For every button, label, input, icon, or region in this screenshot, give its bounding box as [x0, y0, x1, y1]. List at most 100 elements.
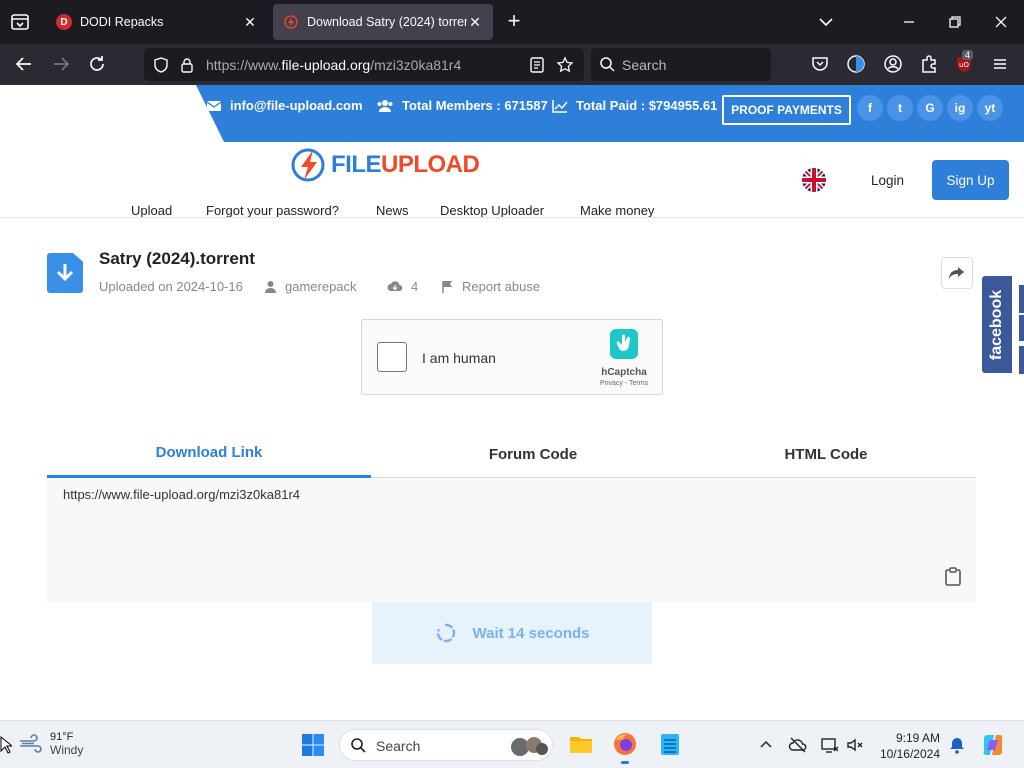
hcaptcha-logo-icon — [610, 329, 638, 359]
search-bar[interactable]: Search — [591, 48, 771, 81]
url-bar[interactable]: https://www.file-upload.org/mzi3z0ka81r4 — [144, 48, 584, 81]
captcha-label: I am human — [422, 350, 496, 366]
nav-make-money[interactable]: Make money — [580, 203, 654, 218]
minimize-icon[interactable] — [897, 10, 921, 34]
tab-forum-code[interactable]: Forum Code — [371, 430, 695, 478]
clipboard-icon[interactable] — [943, 566, 963, 586]
download-link-textarea[interactable]: https://www.file-upload.org/mzi3z0ka81r4 — [47, 478, 976, 602]
taskbar-clock[interactable]: 9:19 AM 10/16/2024 — [872, 730, 940, 762]
file-explorer-icon[interactable] — [568, 731, 594, 757]
svg-text:uO: uO — [959, 61, 969, 69]
forward-arrow-icon[interactable] — [49, 52, 73, 76]
logo-bolt-icon — [291, 148, 325, 182]
cloud-download-icon — [387, 281, 403, 292]
users-icon — [377, 99, 393, 112]
login-link[interactable]: Login — [871, 173, 904, 188]
total-paid: Total Paid : $794955.61 — [552, 98, 717, 113]
tab-dodi-repacks[interactable]: D DODI Repacks ✕ — [46, 4, 268, 40]
pocket-icon[interactable] — [808, 52, 832, 76]
youtube-icon[interactable]: yt — [977, 95, 1003, 121]
twitter-icon[interactable]: t — [887, 95, 913, 121]
proof-payments-button[interactable]: PROOF PAYMENTS — [722, 95, 851, 125]
new-tab-icon[interactable]: + — [502, 10, 526, 34]
user-icon — [265, 281, 276, 293]
side-widget-edge — [1019, 346, 1024, 374]
ublock-origin-icon[interactable]: uO 4 — [952, 50, 976, 76]
onedrive-offline-icon[interactable] — [788, 735, 808, 755]
nav-upload[interactable]: Upload — [131, 203, 172, 218]
extension-badge: 4 — [962, 50, 974, 60]
search-highlight-icon — [511, 737, 548, 756]
notification-bell-icon[interactable] — [947, 735, 967, 755]
nav-news[interactable]: News — [376, 203, 409, 218]
close-tab-icon[interactable]: ✕ — [467, 14, 483, 30]
taskbar-search[interactable]: Search — [339, 729, 553, 761]
side-widget-edge — [1019, 315, 1024, 341]
notepad-icon[interactable] — [657, 731, 683, 757]
account-icon[interactable] — [881, 52, 905, 76]
tab-overflow-chevron-icon[interactable] — [814, 10, 838, 34]
weather-widget[interactable]: 91°F Windy — [18, 731, 83, 757]
facebook-icon[interactable]: f — [857, 95, 883, 121]
tab-download-link[interactable]: Download Link — [47, 430, 371, 478]
browser-tab-bar: D DODI Repacks ✕ Download Satry (2024) t… — [0, 0, 1024, 44]
tab-html-code[interactable]: HTML Code — [664, 430, 988, 478]
nav-divider — [0, 217, 1024, 218]
facebook-side-tab[interactable]: facebook — [982, 276, 1012, 373]
upload-date: Uploaded on 2024-10-16 — [99, 279, 243, 294]
network-icon[interactable] — [820, 735, 840, 755]
volume-muted-icon[interactable] — [845, 735, 865, 755]
report-abuse-link[interactable]: Report abuse — [441, 279, 540, 294]
wind-icon — [20, 734, 42, 753]
tab-download-satry[interactable]: Download Satry (2024) torrent ✕ — [273, 4, 493, 40]
nav-desktop-uploader[interactable]: Desktop Uploader — [440, 203, 544, 218]
instagram-icon[interactable]: ig — [947, 95, 973, 121]
file-download-icon — [47, 253, 83, 293]
hcaptcha-widget: I am human hCaptcha Privacy - Terms — [361, 319, 663, 395]
bookmark-star-icon[interactable] — [556, 56, 574, 74]
reload-icon[interactable] — [85, 52, 109, 76]
download-count: 4 — [387, 279, 418, 294]
contact-email[interactable]: info@file-upload.com — [206, 98, 363, 113]
extensions-puzzle-icon[interactable] — [917, 52, 941, 76]
reader-view-icon[interactable] — [528, 56, 546, 74]
lock-icon[interactable] — [178, 56, 196, 74]
tray-chevron-up-icon[interactable] — [756, 735, 776, 755]
browser-nav-bar: https://www.file-upload.org/mzi3z0ka81r4… — [0, 44, 1024, 85]
total-members: Total Members : 671587 — [376, 98, 548, 113]
share-button[interactable] — [941, 257, 973, 289]
hcaptcha-brand: hCaptcha Privacy - Terms — [592, 328, 656, 387]
uk-flag-icon[interactable] — [802, 168, 826, 192]
captcha-checkbox[interactable] — [377, 342, 407, 372]
tab-title: Download Satry (2024) torrent — [307, 15, 467, 29]
uploader[interactable]: gamerepack — [264, 279, 357, 294]
windows-start-icon[interactable] — [301, 733, 325, 757]
line-chart-icon — [552, 99, 568, 113]
google-plus-icon[interactable]: G — [917, 95, 943, 121]
search-icon — [599, 56, 616, 73]
hamburger-menu-icon[interactable] — [988, 52, 1012, 76]
firefox-icon[interactable] — [612, 731, 638, 764]
wait-countdown-button[interactable]: Wait 14 seconds — [372, 602, 652, 664]
back-arrow-icon[interactable] — [12, 52, 36, 76]
list-all-tabs-icon[interactable] — [8, 10, 32, 34]
code-tabs: Download Link Forum Code HTML Code — [47, 430, 976, 478]
copilot-icon[interactable] — [980, 732, 1006, 758]
signup-button[interactable]: Sign Up — [932, 160, 1009, 200]
fileupload-logo[interactable]: FILEUPLOAD — [289, 146, 480, 184]
search-placeholder: Search — [622, 57, 667, 73]
windows-taskbar: 91°F Windy Search 9:19 AM 10/16/2024 — [0, 720, 1024, 768]
url-text: https://www.file-upload.org/mzi3z0ka81r4 — [206, 57, 462, 73]
spinner-icon — [436, 623, 455, 643]
flag-icon — [442, 281, 452, 293]
tracking-shield-icon[interactable] — [152, 56, 170, 74]
fileupload-bolt-icon — [283, 14, 299, 30]
nav-forgot-password[interactable]: Forgot your password? — [206, 203, 339, 218]
close-tab-icon[interactable]: ✕ — [242, 14, 258, 30]
close-window-icon[interactable] — [989, 10, 1013, 34]
restore-icon[interactable] — [943, 10, 967, 34]
share-arrow-icon — [949, 267, 964, 279]
firefox-view-icon[interactable] — [844, 52, 868, 76]
tab-title: DODI Repacks — [80, 15, 164, 29]
side-widget-edge — [1019, 285, 1024, 313]
